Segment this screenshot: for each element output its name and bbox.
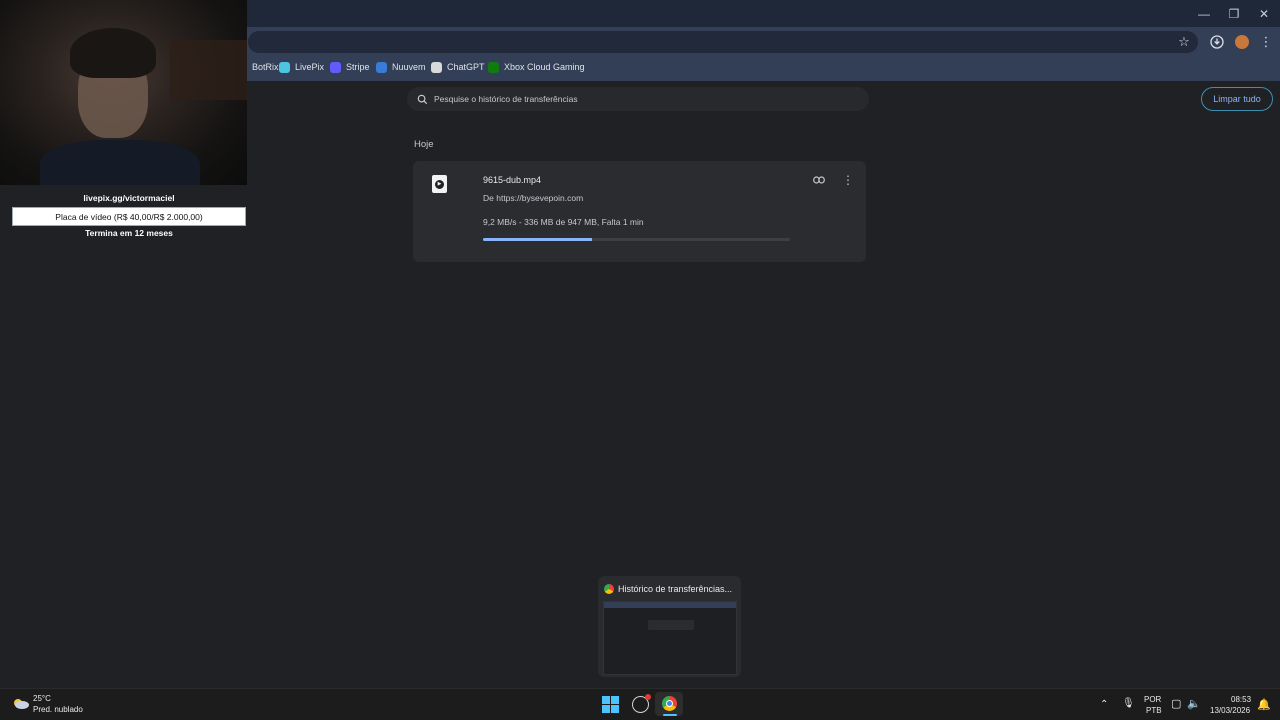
bookmark-label: ChatGPT	[447, 62, 485, 72]
bookmark-label: Stripe	[346, 62, 370, 72]
windows-start-icon[interactable]	[602, 696, 619, 718]
microphone-icon[interactable]: 🎙	[1122, 698, 1135, 709]
webcam-person-hair	[70, 28, 156, 78]
bookmark-favicon-icon	[330, 61, 341, 73]
chrome-icon	[604, 584, 614, 594]
weather-description[interactable]: Pred. nublado	[33, 705, 83, 714]
bookmark-favicon-icon	[431, 61, 442, 73]
download-progress-fill	[483, 238, 592, 241]
notification-bell-icon[interactable]: 🔔	[1257, 698, 1271, 711]
webcam-overlay	[0, 0, 247, 185]
donation-goal-bar: Placa de vídeo (R$ 40,00/R$ 2.000,00)	[12, 207, 246, 226]
active-app-indicator	[663, 714, 677, 716]
bookmark-label: Xbox Cloud Gaming	[504, 62, 585, 72]
search-icon	[417, 94, 428, 104]
preview-thumbnail	[603, 601, 737, 675]
bookmark-item[interactable]: Nuuvem	[376, 59, 426, 75]
webcam-background-shelf	[170, 40, 247, 100]
notification-badge-icon	[645, 694, 651, 700]
bookmark-favicon-icon	[279, 61, 290, 73]
cloud-icon	[12, 696, 30, 715]
bookmark-label: Nuuvem	[392, 62, 426, 72]
chevron-up-icon[interactable]: ⌃	[1100, 699, 1108, 710]
bookmark-item[interactable]: Xbox Cloud Gaming	[488, 59, 585, 75]
video-file-icon: ▶	[432, 175, 447, 193]
download-icon[interactable]	[1207, 33, 1227, 51]
download-status: 9,2 MB/s - 336 MB de 947 MB, Falta 1 min	[483, 217, 644, 227]
preview-title: Histórico de transferências...	[618, 584, 733, 594]
donation-goal-label: Placa de vídeo (R$ 40,00/R$ 2.000,00)	[55, 211, 203, 222]
clock-date[interactable]: 13/03/2026	[1210, 706, 1250, 715]
webcam-person-body	[40, 140, 200, 185]
more-actions-icon[interactable]: ⋮	[840, 173, 856, 187]
download-file-name[interactable]: 9615-dub.mp4	[483, 175, 541, 185]
restore-icon[interactable]: ❐	[1218, 0, 1250, 27]
address-bar[interactable]	[248, 31, 1198, 53]
volume-icon[interactable]: 🔈	[1187, 697, 1201, 710]
goal-end-label: Termina em 12 meses	[85, 228, 173, 238]
download-source-url: De https://bysevepoin.com	[483, 193, 584, 203]
bookmark-label: LivePix	[295, 62, 325, 72]
star-icon[interactable]: ☆	[1174, 33, 1194, 51]
kebab-menu-icon[interactable]: ⋮	[1256, 33, 1276, 51]
profile-avatar[interactable]	[1235, 35, 1249, 49]
bookmark-item[interactable]: ChatGPT	[431, 59, 485, 75]
copy-link-icon[interactable]	[810, 173, 828, 187]
close-icon[interactable]: ✕	[1248, 0, 1280, 27]
bookmark-item[interactable]: Stripe	[330, 59, 370, 75]
clock-time[interactable]: 08:53	[1231, 695, 1251, 704]
bookmark-label: BotRix	[252, 62, 279, 72]
network-icon[interactable]: ▢	[1171, 697, 1181, 710]
download-item-card	[413, 161, 866, 262]
downloads-search-input[interactable]: Pesquise o histórico de transferências	[407, 87, 869, 111]
keyboard-layout[interactable]: PTB	[1146, 706, 1162, 715]
bookmark-favicon-icon	[376, 61, 387, 73]
section-date-heading: Hoje	[414, 139, 434, 150]
bookmark-item[interactable]: LivePix	[279, 59, 324, 75]
livepix-url: livepix.gg/victormaciel	[83, 193, 175, 203]
clear-all-button[interactable]: Limpar tudo	[1201, 87, 1273, 111]
input-language[interactable]: POR	[1144, 695, 1161, 704]
chrome-taskbar-icon[interactable]	[662, 696, 677, 711]
download-progress-bar	[483, 238, 790, 241]
minimize-icon[interactable]: —	[1188, 0, 1220, 27]
bookmark-favicon-icon	[488, 61, 499, 73]
search-placeholder: Pesquise o histórico de transferências	[434, 94, 578, 104]
weather-temperature[interactable]: 25°C	[33, 694, 51, 703]
